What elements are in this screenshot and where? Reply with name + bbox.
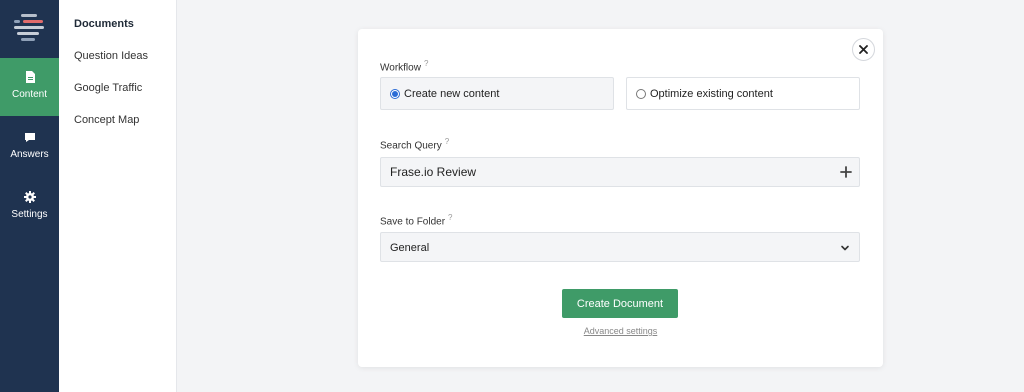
chat-bubble-icon bbox=[24, 133, 35, 142]
save-folder-label-text: Save to Folder bbox=[380, 216, 446, 228]
create-document-button[interactable]: Create Document bbox=[562, 289, 678, 318]
secondary-nav: Documents Question Ideas Google Traffic … bbox=[59, 0, 177, 392]
chevron-down-icon bbox=[841, 245, 849, 251]
help-icon[interactable]: ? bbox=[424, 59, 428, 68]
help-icon[interactable]: ? bbox=[445, 137, 449, 146]
save-folder-label: Save to Folder? bbox=[380, 213, 453, 227]
workflow-option-create-new[interactable]: Create new content bbox=[380, 77, 614, 110]
rail-item-label: Answers bbox=[10, 149, 49, 160]
rail-item-label: Settings bbox=[11, 209, 48, 220]
workflow-option-label: Optimize existing content bbox=[650, 87, 773, 100]
radio-unchecked-icon[interactable] bbox=[636, 88, 646, 99]
rail-item-content[interactable]: Content bbox=[0, 58, 59, 116]
close-icon bbox=[859, 45, 868, 54]
app-logo-icon[interactable] bbox=[13, 11, 45, 43]
gear-icon bbox=[23, 191, 36, 203]
icon-rail: Content Answers Settings bbox=[0, 0, 59, 392]
subnav-item-concept-map[interactable]: Concept Map bbox=[74, 114, 139, 126]
close-button[interactable] bbox=[852, 38, 875, 61]
help-icon[interactable]: ? bbox=[448, 213, 452, 222]
new-document-modal: Workflow? Create new content Optimize ex… bbox=[358, 29, 883, 367]
workflow-option-optimize-existing[interactable]: Optimize existing content bbox=[626, 77, 860, 110]
search-query-input[interactable] bbox=[381, 158, 821, 186]
folder-select-value: General bbox=[390, 242, 430, 254]
document-icon bbox=[25, 71, 35, 83]
folder-select[interactable]: General bbox=[380, 232, 860, 262]
search-query-label-text: Search Query bbox=[380, 140, 442, 152]
subnav-item-documents[interactable]: Documents bbox=[74, 18, 134, 30]
workflow-option-label: Create new content bbox=[404, 87, 500, 100]
subnav-item-question-ideas[interactable]: Question Ideas bbox=[74, 50, 148, 62]
search-query-label: Search Query? bbox=[380, 137, 449, 151]
workflow-label: Workflow? bbox=[380, 59, 428, 73]
rail-item-answers[interactable]: Answers bbox=[0, 118, 59, 176]
plus-icon[interactable] bbox=[839, 165, 853, 179]
search-query-field[interactable] bbox=[380, 157, 860, 187]
subnav-item-google-traffic[interactable]: Google Traffic bbox=[74, 82, 142, 94]
workflow-label-text: Workflow bbox=[380, 62, 421, 74]
advanced-settings-link[interactable]: Advanced settings bbox=[358, 326, 883, 336]
radio-checked-icon[interactable] bbox=[390, 88, 400, 99]
rail-item-settings[interactable]: Settings bbox=[0, 178, 59, 236]
rail-item-label: Content bbox=[11, 89, 48, 100]
